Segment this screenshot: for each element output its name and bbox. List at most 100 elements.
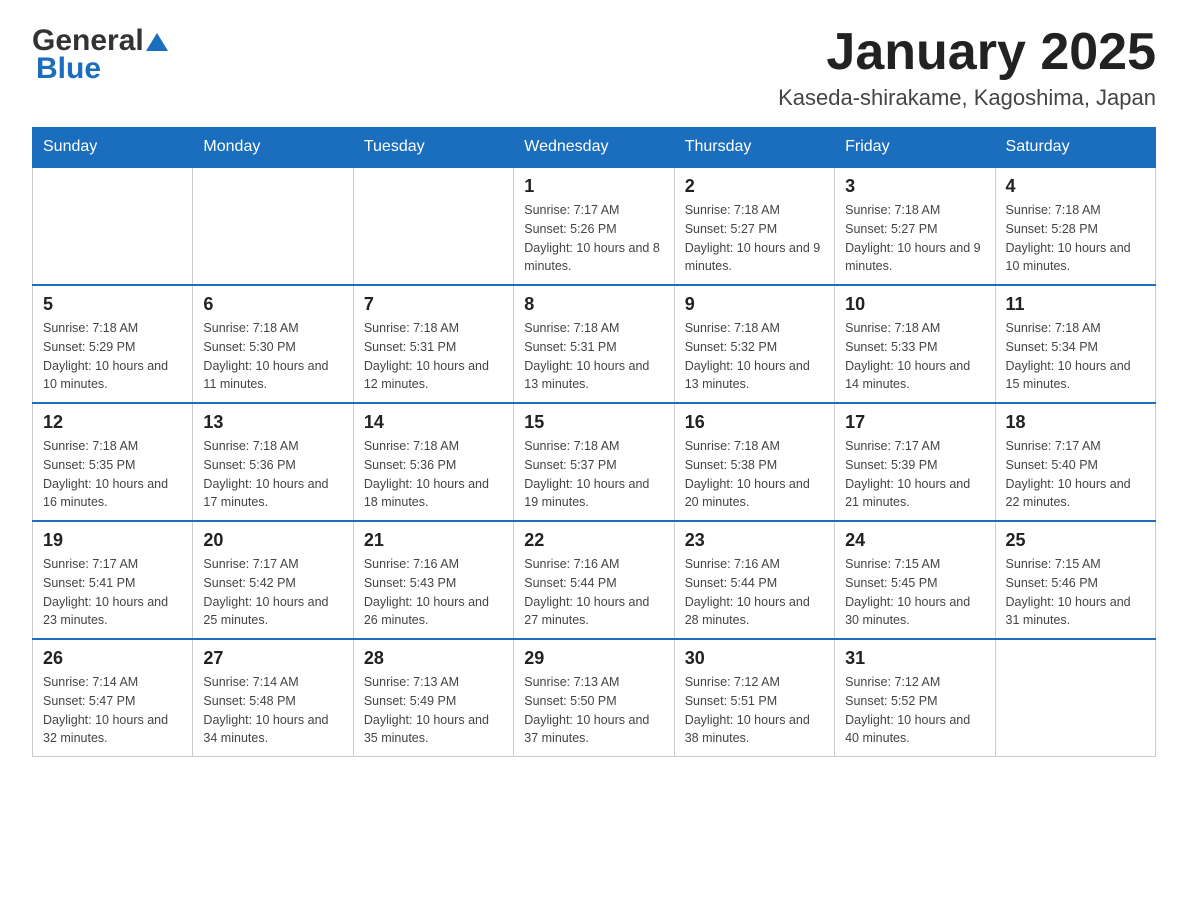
day-number: 1 — [524, 176, 663, 197]
week-row-2: 5 Sunrise: 7:18 AM Sunset: 5:29 PM Daylig… — [33, 285, 1156, 403]
day-info: Sunrise: 7:14 AM Sunset: 5:48 PM Dayligh… — [203, 673, 342, 748]
day-number: 16 — [685, 412, 824, 433]
day-info: Sunrise: 7:18 AM Sunset: 5:32 PM Dayligh… — [685, 319, 824, 394]
day-number: 18 — [1006, 412, 1145, 433]
weekday-header-sunday: Sunday — [33, 128, 193, 168]
day-info: Sunrise: 7:18 AM Sunset: 5:30 PM Dayligh… — [203, 319, 342, 394]
day-info: Sunrise: 7:17 AM Sunset: 5:40 PM Dayligh… — [1006, 437, 1145, 512]
logo: General Blue — [32, 24, 168, 86]
weekday-header-tuesday: Tuesday — [353, 128, 513, 168]
day-info: Sunrise: 7:13 AM Sunset: 5:50 PM Dayligh… — [524, 673, 663, 748]
calendar-cell: 10 Sunrise: 7:18 AM Sunset: 5:33 PM Dayli… — [835, 285, 995, 403]
day-number: 7 — [364, 294, 503, 315]
calendar-cell: 9 Sunrise: 7:18 AM Sunset: 5:32 PM Daylig… — [674, 285, 834, 403]
week-row-5: 26Sunrise: 7:14 AM Sunset: 5:47 PM Dayli… — [33, 639, 1156, 757]
page-header: General Blue January 2025 Kaseda-shiraka… — [32, 24, 1156, 111]
day-number: 26 — [43, 648, 182, 669]
calendar-cell: 21 Sunrise: 7:16 AM Sunset: 5:43 PM Dayli… — [353, 521, 513, 639]
logo-triangle-icon — [146, 31, 168, 53]
day-info: Sunrise: 7:15 AM Sunset: 5:46 PM Dayligh… — [1006, 555, 1145, 630]
calendar-cell: 11 Sunrise: 7:18 AM Sunset: 5:34 PM Dayli… — [995, 285, 1155, 403]
day-info: Sunrise: 7:18 AM Sunset: 5:29 PM Dayligh… — [43, 319, 182, 394]
day-number: 4 — [1006, 176, 1145, 197]
calendar-cell: 16 Sunrise: 7:18 AM Sunset: 5:38 PM Dayli… — [674, 403, 834, 521]
day-info: Sunrise: 7:18 AM Sunset: 5:37 PM Dayligh… — [524, 437, 663, 512]
day-info: Sunrise: 7:18 AM Sunset: 5:33 PM Dayligh… — [845, 319, 984, 394]
weekday-header-friday: Friday — [835, 128, 995, 168]
weekday-header-saturday: Saturday — [995, 128, 1155, 168]
day-number: 10 — [845, 294, 984, 315]
day-info: Sunrise: 7:17 AM Sunset: 5:39 PM Dayligh… — [845, 437, 984, 512]
day-info: Sunrise: 7:18 AM Sunset: 5:28 PM Dayligh… — [1006, 201, 1145, 276]
calendar-cell — [353, 167, 513, 285]
day-info: Sunrise: 7:18 AM Sunset: 5:27 PM Dayligh… — [845, 201, 984, 276]
day-info: Sunrise: 7:17 AM Sunset: 5:26 PM Dayligh… — [524, 201, 663, 276]
day-number: 22 — [524, 530, 663, 551]
day-info: Sunrise: 7:18 AM Sunset: 5:36 PM Dayligh… — [364, 437, 503, 512]
calendar-cell: 17Sunrise: 7:17 AM Sunset: 5:39 PM Dayli… — [835, 403, 995, 521]
weekday-header-row: SundayMondayTuesdayWednesdayThursdayFrid… — [33, 128, 1156, 168]
calendar-cell: 13 Sunrise: 7:18 AM Sunset: 5:36 PM Dayli… — [193, 403, 353, 521]
week-row-3: 12 Sunrise: 7:18 AM Sunset: 5:35 PM Dayli… — [33, 403, 1156, 521]
month-title: January 2025 — [778, 24, 1156, 81]
calendar-cell: 28Sunrise: 7:13 AM Sunset: 5:49 PM Dayli… — [353, 639, 513, 757]
day-number: 13 — [203, 412, 342, 433]
day-number: 29 — [524, 648, 663, 669]
day-info: Sunrise: 7:17 AM Sunset: 5:42 PM Dayligh… — [203, 555, 342, 630]
logo-blue-text: Blue — [36, 52, 101, 86]
day-number: 31 — [845, 648, 984, 669]
day-number: 2 — [685, 176, 824, 197]
day-info: Sunrise: 7:18 AM Sunset: 5:35 PM Dayligh… — [43, 437, 182, 512]
day-info: Sunrise: 7:13 AM Sunset: 5:49 PM Dayligh… — [364, 673, 503, 748]
calendar-cell: 29 Sunrise: 7:13 AM Sunset: 5:50 PM Dayli… — [514, 639, 674, 757]
calendar-cell — [33, 167, 193, 285]
day-number: 9 — [685, 294, 824, 315]
day-info: Sunrise: 7:16 AM Sunset: 5:43 PM Dayligh… — [364, 555, 503, 630]
week-row-4: 19Sunrise: 7:17 AM Sunset: 5:41 PM Dayli… — [33, 521, 1156, 639]
day-info: Sunrise: 7:18 AM Sunset: 5:36 PM Dayligh… — [203, 437, 342, 512]
day-info: Sunrise: 7:12 AM Sunset: 5:52 PM Dayligh… — [845, 673, 984, 748]
day-info: Sunrise: 7:18 AM Sunset: 5:27 PM Dayligh… — [685, 201, 824, 276]
day-info: Sunrise: 7:17 AM Sunset: 5:41 PM Dayligh… — [43, 555, 182, 630]
calendar-cell: 6Sunrise: 7:18 AM Sunset: 5:30 PM Daylig… — [193, 285, 353, 403]
calendar-cell: 24Sunrise: 7:15 AM Sunset: 5:45 PM Dayli… — [835, 521, 995, 639]
calendar-cell: 15Sunrise: 7:18 AM Sunset: 5:37 PM Dayli… — [514, 403, 674, 521]
calendar-cell: 22 Sunrise: 7:16 AM Sunset: 5:44 PM Dayli… — [514, 521, 674, 639]
day-number: 14 — [364, 412, 503, 433]
calendar-cell — [995, 639, 1155, 757]
day-number: 3 — [845, 176, 984, 197]
day-info: Sunrise: 7:12 AM Sunset: 5:51 PM Dayligh… — [685, 673, 824, 748]
calendar-cell: 1 Sunrise: 7:17 AM Sunset: 5:26 PM Daylig… — [514, 167, 674, 285]
calendar-cell: 12 Sunrise: 7:18 AM Sunset: 5:35 PM Dayli… — [33, 403, 193, 521]
calendar-table: SundayMondayTuesdayWednesdayThursdayFrid… — [32, 127, 1156, 757]
calendar-cell: 5 Sunrise: 7:18 AM Sunset: 5:29 PM Daylig… — [33, 285, 193, 403]
calendar-cell: 2 Sunrise: 7:18 AM Sunset: 5:27 PM Daylig… — [674, 167, 834, 285]
day-number: 5 — [43, 294, 182, 315]
calendar-cell: 20Sunrise: 7:17 AM Sunset: 5:42 PM Dayli… — [193, 521, 353, 639]
calendar-cell: 8Sunrise: 7:18 AM Sunset: 5:31 PM Daylig… — [514, 285, 674, 403]
day-info: Sunrise: 7:18 AM Sunset: 5:34 PM Dayligh… — [1006, 319, 1145, 394]
week-row-1: 1 Sunrise: 7:17 AM Sunset: 5:26 PM Daylig… — [33, 167, 1156, 285]
calendar-cell: 3 Sunrise: 7:18 AM Sunset: 5:27 PM Daylig… — [835, 167, 995, 285]
title-block: January 2025 Kaseda-shirakame, Kagoshima… — [778, 24, 1156, 111]
day-info: Sunrise: 7:16 AM Sunset: 5:44 PM Dayligh… — [685, 555, 824, 630]
calendar-cell: 27 Sunrise: 7:14 AM Sunset: 5:48 PM Dayli… — [193, 639, 353, 757]
day-info: Sunrise: 7:18 AM Sunset: 5:31 PM Dayligh… — [524, 319, 663, 394]
day-number: 12 — [43, 412, 182, 433]
day-number: 30 — [685, 648, 824, 669]
calendar-cell: 4 Sunrise: 7:18 AM Sunset: 5:28 PM Daylig… — [995, 167, 1155, 285]
calendar-cell — [193, 167, 353, 285]
calendar-cell: 25 Sunrise: 7:15 AM Sunset: 5:46 PM Dayli… — [995, 521, 1155, 639]
day-info: Sunrise: 7:18 AM Sunset: 5:31 PM Dayligh… — [364, 319, 503, 394]
day-info: Sunrise: 7:18 AM Sunset: 5:38 PM Dayligh… — [685, 437, 824, 512]
day-number: 11 — [1006, 294, 1145, 315]
day-number: 27 — [203, 648, 342, 669]
day-number: 21 — [364, 530, 503, 551]
day-info: Sunrise: 7:16 AM Sunset: 5:44 PM Dayligh… — [524, 555, 663, 630]
day-number: 25 — [1006, 530, 1145, 551]
calendar-cell: 30 Sunrise: 7:12 AM Sunset: 5:51 PM Dayli… — [674, 639, 834, 757]
day-number: 24 — [845, 530, 984, 551]
calendar-cell: 7 Sunrise: 7:18 AM Sunset: 5:31 PM Daylig… — [353, 285, 513, 403]
weekday-header-monday: Monday — [193, 128, 353, 168]
calendar-cell: 18 Sunrise: 7:17 AM Sunset: 5:40 PM Dayli… — [995, 403, 1155, 521]
